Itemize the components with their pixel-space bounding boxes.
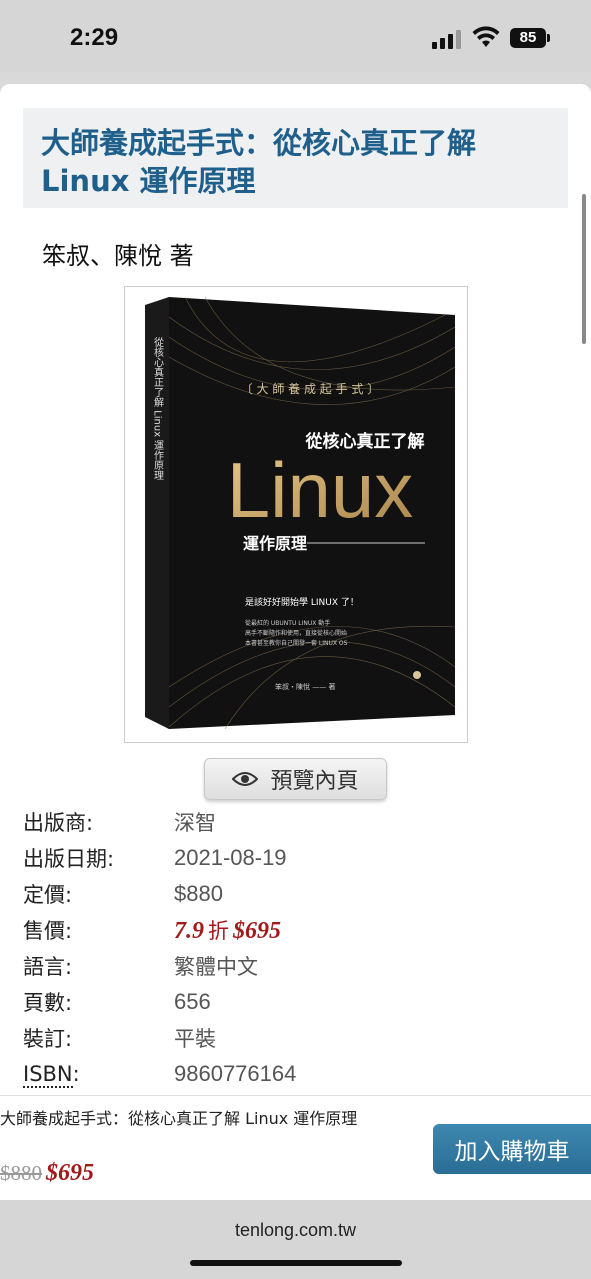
book-details: 出版商: 深智 出版日期: 2021-08-19 定價: $880 售價: 7.… — [23, 804, 563, 1092]
language-value: 繁體中文 — [174, 955, 258, 979]
buy-bar-prices: $880 $695 — [0, 1160, 94, 1187]
buy-bar-old-price: $880 — [0, 1161, 42, 1185]
isbn-label-wrap: ISBN: — [23, 1062, 174, 1088]
sale-label: 售價: — [23, 919, 73, 943]
wifi-icon — [472, 26, 500, 47]
eye-icon — [232, 772, 259, 786]
cover-tagline: 運作原理 — [243, 534, 307, 553]
status-bar: 2:29 85 — [0, 0, 591, 72]
preview-pages-label: 預覽內頁 — [270, 769, 359, 794]
isbn-colon: : — [72, 1062, 80, 1086]
battery-nub — [547, 34, 550, 42]
scrollbar[interactable] — [582, 194, 586, 344]
buy-bar-title: 大師養成起手式：從核心真正了解 Linux 運作原理 — [0, 1109, 358, 1128]
cover-blurb-1: 從最紅的 UBUNTU LINUX 動手 — [245, 619, 330, 627]
date-label: 出版日期: — [23, 847, 115, 871]
list-price-label: 定價: — [23, 883, 73, 907]
detail-sale-price: 售價: 7.9 折 $695 — [23, 912, 563, 948]
detail-language: 語言: 繁體中文 — [23, 948, 563, 984]
cellular-signal-icon — [432, 30, 461, 49]
product-page: 大師養成起手式：從核心真正了解 Linux 運作原理 笨叔、陳悅 著 從核心真正… — [0, 84, 591, 1200]
cover-blurb-3: 本書甚至教你自己開發一套 LINUX OS — [245, 639, 348, 647]
cover-blurb-2: 高手不斷隨作和使用，直接從核心開始 — [245, 629, 347, 637]
status-time: 2:29 — [70, 24, 119, 51]
detail-pages: 頁數: 656 — [23, 984, 563, 1020]
url-bar[interactable]: tenlong.com.tw — [0, 1220, 591, 1241]
discount-value: 7.9 — [174, 918, 204, 944]
book-author[interactable]: 笨叔、陳悅 著 — [42, 236, 194, 271]
detail-publisher: 出版商: 深智 — [23, 804, 563, 840]
buy-bar: 大師養成起手式：從核心真正了解 Linux 運作原理 $880 $695 加入購物… — [0, 1095, 591, 1200]
detail-isbn: ISBN: 9860776164 — [23, 1056, 563, 1092]
buy-bar-new-price: $695 — [46, 1160, 94, 1186]
isbn-value: 9860776164 — [174, 1061, 297, 1086]
binding-value: 平裝 — [174, 1027, 216, 1051]
home-indicator[interactable] — [190, 1260, 402, 1266]
discount-unit: 折 — [208, 919, 229, 943]
book-cover-image: 從核心真正了解 Linux 運作原理 〔 大 師 養 成 起 手 式 〕 從核心… — [145, 297, 455, 729]
binding-label: 裝訂: — [23, 1027, 73, 1051]
cover-blurb-head: 是該好好開始學 LINUX 了！ — [245, 596, 359, 608]
cover-spine-text: 從核心真正了解 Linux 運作原理 — [152, 336, 164, 481]
isbn-label: ISBN — [23, 1062, 73, 1088]
cover-big-title: Linux — [227, 446, 413, 534]
battery-icon: 85 — [510, 28, 546, 48]
list-price-value: $880 — [174, 881, 223, 906]
book-cover[interactable]: 從核心真正了解 Linux 運作原理 〔 大 師 養 成 起 手 式 〕 從核心… — [124, 286, 468, 743]
publisher-label: 出版商: — [23, 811, 94, 835]
detail-binding: 裝訂: 平裝 — [23, 1020, 563, 1056]
cover-author: 笨叔・陳悅 —— 著 — [275, 682, 335, 691]
pages-value: 656 — [174, 989, 211, 1014]
title-box: 大師養成起手式：從核心真正了解 Linux 運作原理 — [23, 108, 568, 208]
preview-pages-button[interactable]: 預覽內頁 — [204, 758, 387, 800]
cover-badge-icon — [413, 671, 421, 679]
book-title: 大師養成起手式：從核心真正了解 Linux 運作原理 — [41, 126, 477, 198]
detail-list-price: 定價: $880 — [23, 876, 563, 912]
date-value: 2021-08-19 — [174, 845, 287, 870]
publisher-value[interactable]: 深智 — [174, 807, 216, 837]
pages-label: 頁數: — [23, 991, 73, 1015]
add-to-cart-button[interactable]: 加入購物車 — [433, 1124, 591, 1174]
browser-bottom-bar: tenlong.com.tw — [0, 1200, 591, 1279]
detail-date: 出版日期: 2021-08-19 — [23, 840, 563, 876]
language-label: 語言: — [23, 955, 73, 979]
sale-price-value: $695 — [233, 918, 281, 944]
cover-series: 〔 大 師 養 成 起 手 式 〕 — [241, 381, 380, 396]
